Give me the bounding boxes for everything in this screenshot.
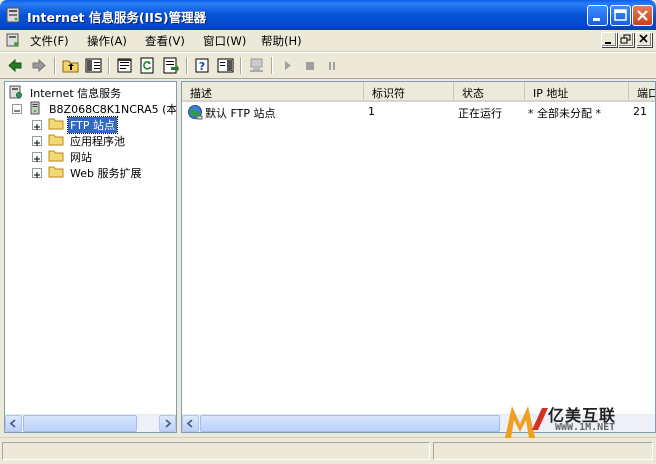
scroll-thumb[interactable] [23,415,137,432]
toolbar-separator [108,57,110,74]
properties-icon[interactable] [116,57,134,74]
child-restore-button[interactable] [618,32,634,47]
menu-bar: 文件(F) 操作(A) 查看(V) 窗口(W) 帮助(H) [0,30,656,52]
tree-label-ftp-sites: FTP 站点 [67,116,118,134]
cell-status: 正在运行 [458,107,502,120]
details-pane[interactable]: 描述 标识符 状态 IP 地址 端口 默认 FTP 站点 1 正在运行 * 全部… [181,81,656,433]
show-hide-tree-icon[interactable] [85,57,103,74]
tree-item-web-service-extensions[interactable]: Web 服务扩展 [8,164,176,180]
cell-identifier: 1 [368,105,375,118]
status-pane-main [2,442,430,460]
menu-view[interactable]: 查看(V) [145,33,185,49]
mmc-doc-icon[interactable] [5,32,21,48]
expand-icon[interactable] [32,136,42,146]
window-title: Internet 信息服务(IIS)管理器 [27,10,207,25]
status-bar [0,437,656,464]
folder-icon [48,149,64,162]
tree-item-root[interactable]: Internet 信息服务 [8,84,176,100]
expand-icon[interactable] [32,120,42,130]
tree-horizontal-scrollbar[interactable] [5,414,176,432]
tree-label-root: Internet 信息服务 [30,87,122,100]
table-row[interactable]: 默认 FTP 站点 1 正在运行 * 全部未分配 * 21 [182,82,655,122]
tree-pane[interactable]: Internet 信息服务 B8Z068C8K1NCRA5 (本地计 FTP 站… [4,81,177,433]
toolbar-separator [186,57,188,74]
toolbar: ? [0,52,656,79]
tree-label-server: B8Z068C8K1NCRA5 (本地计 [49,103,177,116]
export-list-icon[interactable] [162,57,180,74]
refresh-icon[interactable] [139,57,157,74]
tree-item-server[interactable]: B8Z068C8K1NCRA5 (本地计 [8,100,176,116]
show-hide-action-pane-icon[interactable] [217,57,235,74]
maximize-button[interactable] [610,5,631,26]
tree-item-app-pools[interactable]: 应用程序池 [8,132,176,148]
iis-app-icon[interactable] [6,7,20,23]
connect-computer-icon[interactable] [248,57,266,74]
menu-window[interactable]: 窗口(W) [203,33,246,49]
tree-item-ftp-sites[interactable]: FTP 站点 [8,116,176,134]
menu-action[interactable]: 操作(A) [87,33,127,49]
folder-icon [48,133,64,146]
ftp-site-icon [187,104,203,120]
expand-icon[interactable] [32,152,42,162]
back-arrow-icon[interactable] [6,57,24,74]
menu-file[interactable]: 文件(F) [30,33,69,49]
folder-icon [48,117,64,130]
computer-icon [27,101,43,115]
tree-item-websites[interactable]: 网站 [8,148,176,164]
iis-server-icon [8,85,24,99]
help-icon[interactable]: ? [194,57,212,74]
toolbar-separator [271,57,273,74]
collapse-icon[interactable] [12,104,22,114]
pause-icon[interactable] [323,57,341,74]
tree-label-websites: 网站 [70,151,92,164]
scroll-left-button[interactable] [5,415,22,432]
toolbar-separator [54,57,56,74]
status-pane-secondary [433,442,653,460]
up-one-level-icon[interactable] [62,57,80,74]
tree-label-web-service-extensions: Web 服务扩展 [70,167,142,180]
toolbar-separator [240,57,242,74]
minimize-button[interactable] [587,5,608,26]
cell-description: 默认 FTP 站点 [205,107,276,120]
scroll-right-button[interactable] [159,415,176,432]
details-horizontal-scrollbar[interactable] [182,414,655,432]
svg-text:?: ? [199,60,205,73]
tree-label-app-pools: 应用程序池 [70,135,125,148]
scroll-left-button[interactable] [182,415,199,432]
stop-icon[interactable] [301,57,319,74]
child-minimize-button[interactable] [601,32,617,47]
cell-port: 21 [633,105,647,118]
expand-icon[interactable] [32,168,42,178]
folder-icon [48,165,64,178]
forward-arrow-icon[interactable] [30,57,48,74]
close-button[interactable] [632,5,653,26]
menu-help[interactable]: 帮助(H) [261,33,302,49]
child-close-button[interactable] [636,32,652,47]
cell-ip-address: * 全部未分配 * [528,107,601,120]
start-icon[interactable] [279,57,297,74]
scroll-thumb[interactable] [200,415,500,432]
title-bar[interactable]: Internet 信息服务(IIS)管理器 [0,0,656,30]
